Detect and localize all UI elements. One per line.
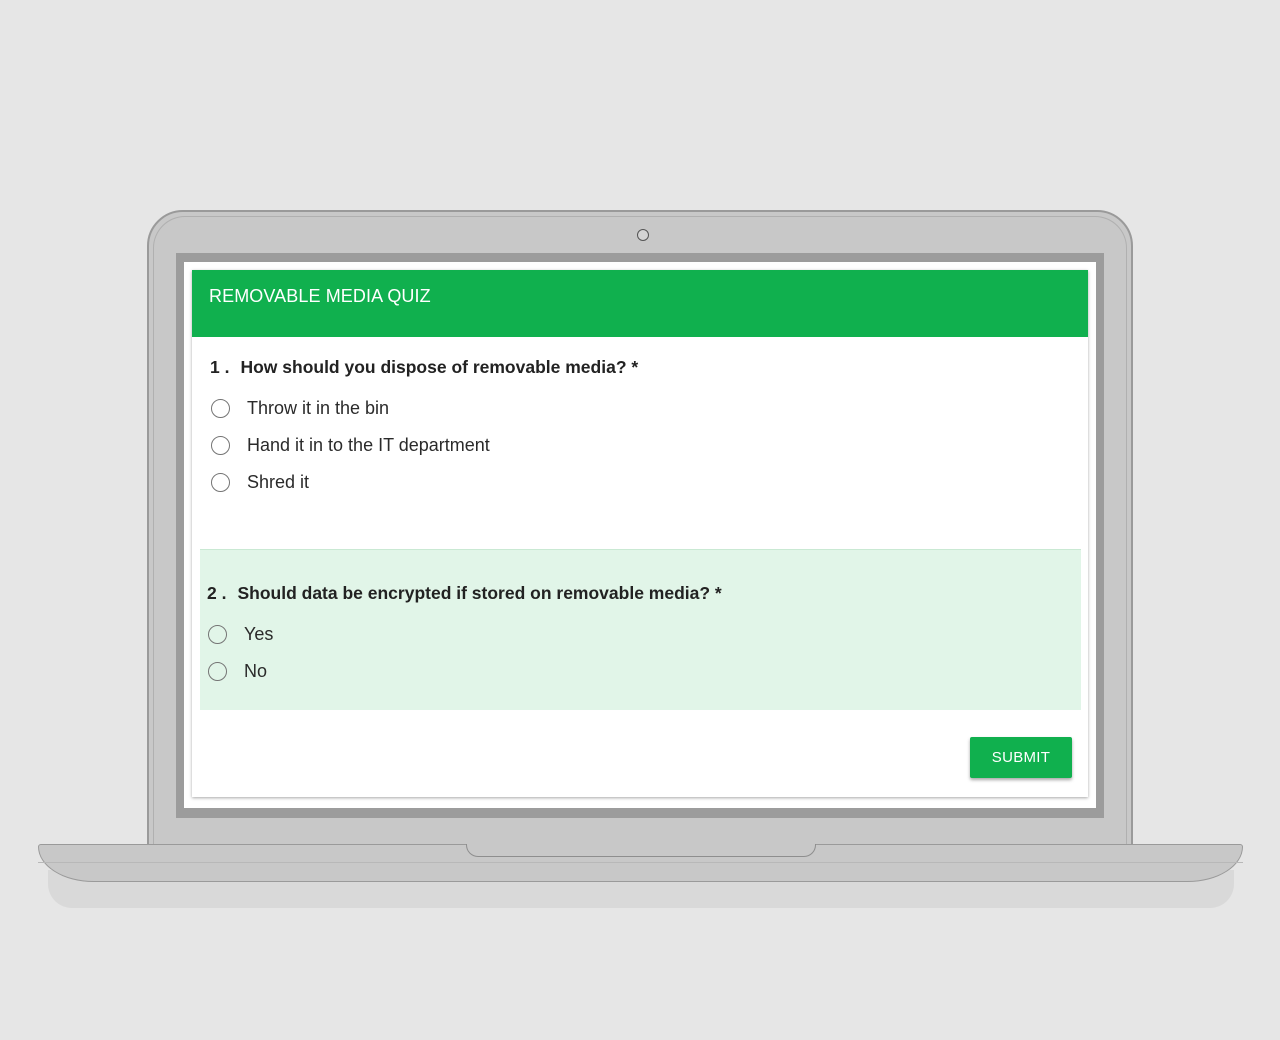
submit-button[interactable]: SUBMIT <box>970 737 1072 778</box>
laptop-screen: REMOVABLE MEDIA QUIZ 1 . How should you … <box>184 262 1096 808</box>
option-label: Yes <box>244 624 274 644</box>
question-2-number: 2 . <box>207 583 227 603</box>
webcam-icon <box>637 229 649 241</box>
radio-button[interactable] <box>211 436 230 455</box>
option-shred[interactable]: Shred it <box>210 464 1070 501</box>
option-label: No <box>244 661 268 681</box>
option-yes[interactable]: Yes <box>207 616 1074 653</box>
question-1-number: 1 . <box>210 357 230 377</box>
laptop-opening-notch <box>466 844 816 857</box>
quiz-header: REMOVABLE MEDIA QUIZ <box>192 270 1088 337</box>
option-label: Hand it in to the IT department <box>247 435 490 455</box>
option-label: Throw it in the bin <box>247 398 390 418</box>
quiz-title: REMOVABLE MEDIA QUIZ <box>209 286 431 306</box>
option-label: Shred it <box>247 472 310 492</box>
laptop-base-edge <box>38 862 1243 863</box>
radio-button[interactable] <box>211 399 230 418</box>
radio-button[interactable] <box>208 625 227 644</box>
radio-button[interactable] <box>211 473 230 492</box>
option-throw-in-bin[interactable]: Throw it in the bin <box>210 390 1070 427</box>
question-2-text: Should data be encrypted if stored on re… <box>237 583 722 603</box>
option-hand-to-it[interactable]: Hand it in to the IT department <box>210 427 1070 464</box>
question-1: 1 . How should you dispose of removable … <box>192 337 1088 549</box>
question-2-title: 2 . Should data be encrypted if stored o… <box>207 583 1074 604</box>
question-1-text: How should you dispose of removable medi… <box>240 357 639 377</box>
option-no[interactable]: No <box>207 653 1074 690</box>
quiz-form: REMOVABLE MEDIA QUIZ 1 . How should you … <box>192 270 1088 797</box>
question-1-options: Throw it in the bin Hand it in to the IT… <box>210 390 1070 501</box>
question-1-title: 1 . How should you dispose of removable … <box>210 357 1070 378</box>
radio-button[interactable] <box>208 662 227 681</box>
question-2: 2 . Should data be encrypted if stored o… <box>200 549 1081 710</box>
question-2-options: Yes No <box>207 616 1074 690</box>
